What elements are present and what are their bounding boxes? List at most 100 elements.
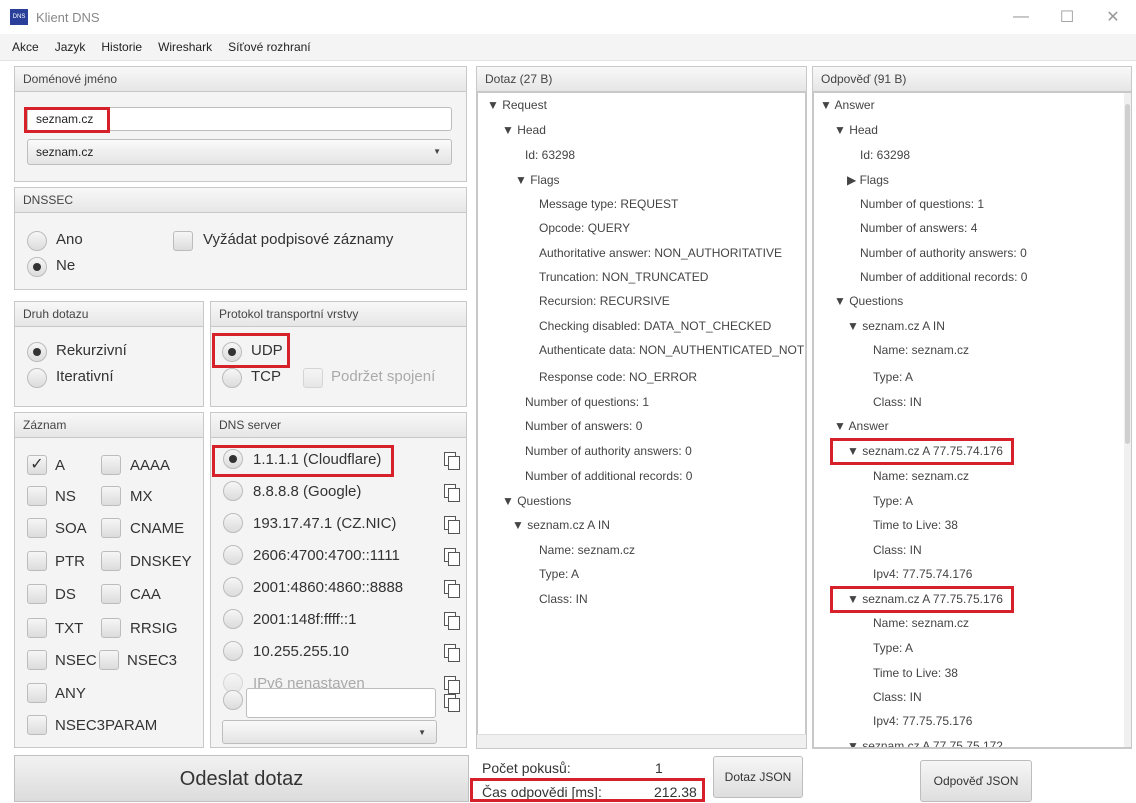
record-ds-checkbox[interactable] [27, 584, 47, 604]
copy-icon[interactable] [444, 484, 460, 502]
tree-node[interactable]: Time to Live: 38 [873, 518, 958, 532]
tree-node[interactable]: Authenticate data: NON_AUTHENTICATED_NOT [539, 343, 804, 357]
tree-node[interactable]: Type: A [539, 567, 579, 581]
tree-node[interactable]: Number of additional records: 0 [860, 270, 1027, 284]
server-cznic-radio[interactable] [223, 513, 243, 533]
tree-node[interactable]: ▼ seznam.cz A 77.75.75.172 [847, 739, 1003, 747]
tree-node[interactable]: Type: A [873, 370, 913, 384]
tree-node[interactable]: ▼ Questions [834, 294, 903, 308]
custom-server-input[interactable] [246, 688, 436, 718]
copy-icon[interactable] [444, 548, 460, 566]
copy-icon[interactable] [444, 676, 460, 694]
tree-node[interactable]: ▼ seznam.cz A IN [512, 518, 610, 532]
query-json-button[interactable]: Dotaz JSON [713, 756, 803, 798]
keep-connection-checkbox[interactable] [303, 368, 323, 388]
record-soa-checkbox[interactable] [27, 518, 47, 538]
domain-history-combo[interactable]: seznam.cz ▼ [27, 139, 452, 165]
record-any-checkbox[interactable] [27, 683, 47, 703]
tree-node[interactable]: Authoritative answer: NON_AUTHORITATIVE [539, 246, 782, 260]
horizontal-scrollbar[interactable] [477, 734, 806, 748]
dnssec-yes-radio[interactable] [27, 231, 47, 251]
minimize-button[interactable]: — [998, 0, 1044, 34]
tree-node[interactable]: ▼ seznam.cz A IN [847, 319, 945, 333]
scrollbar-thumb[interactable] [1125, 104, 1130, 444]
record-aaaa-checkbox[interactable] [101, 455, 121, 475]
tree-node[interactable]: ▼ Answer [834, 419, 889, 433]
tree-node[interactable]: Name: seznam.cz [873, 616, 969, 630]
tree-node[interactable]: Message type: REQUEST [539, 197, 678, 211]
tree-node[interactable]: Ipv4: 77.75.74.176 [873, 567, 972, 581]
tree-node[interactable]: ▼ Request [487, 98, 547, 112]
record-ns-checkbox[interactable] [27, 486, 47, 506]
tree-node[interactable]: Class: IN [873, 690, 922, 704]
server-local-radio[interactable] [223, 641, 243, 661]
server-cloudflare-ipv6-radio[interactable] [223, 545, 243, 565]
copy-icon[interactable] [444, 580, 460, 598]
menu-jazyk[interactable]: Jazyk [55, 40, 86, 54]
tree-node[interactable]: ▼ Answer [820, 98, 875, 112]
copy-icon[interactable] [444, 644, 460, 662]
tree-node[interactable]: Type: A [873, 494, 913, 508]
record-cname-checkbox[interactable] [101, 518, 121, 538]
server-cloudflare-radio[interactable] [223, 449, 243, 469]
menu-network-interface[interactable]: Síťové rozhraní [228, 40, 311, 54]
tree-node[interactable]: ▶ Flags [847, 173, 889, 187]
copy-icon[interactable] [444, 452, 460, 470]
tree-node[interactable]: ▼ seznam.cz A 77.75.74.176 [847, 444, 1003, 458]
tree-node[interactable]: Name: seznam.cz [873, 469, 969, 483]
tree-node[interactable]: Class: IN [873, 395, 922, 409]
tree-node[interactable]: Number of authority answers: 0 [860, 246, 1027, 260]
tcp-radio[interactable] [222, 368, 242, 388]
tree-node[interactable]: Type: A [873, 641, 913, 655]
tree-node[interactable]: Time to Live: 38 [873, 666, 958, 680]
udp-radio[interactable] [222, 342, 242, 362]
tree-node[interactable]: Opcode: QUERY [539, 221, 630, 235]
tree-node[interactable]: Truncation: NON_TRUNCATED [539, 270, 708, 284]
answer-json-button[interactable]: Odpověď JSON [920, 760, 1032, 802]
iterative-radio[interactable] [27, 368, 47, 388]
record-nsec3-checkbox[interactable] [99, 650, 119, 670]
menu-historie[interactable]: Historie [101, 40, 142, 54]
record-dnskey-checkbox[interactable] [101, 551, 121, 571]
copy-icon[interactable] [444, 612, 460, 630]
copy-icon[interactable] [444, 694, 460, 712]
tree-node[interactable]: Id: 63298 [525, 148, 575, 162]
record-txt-checkbox[interactable] [27, 618, 47, 638]
tree-node[interactable]: ▼ Head [502, 123, 546, 137]
tree-node[interactable]: Recursion: RECURSIVE [539, 294, 670, 308]
tree-node[interactable]: Id: 63298 [860, 148, 910, 162]
maximize-button[interactable]: ☐ [1044, 0, 1090, 34]
server-google-ipv6-radio[interactable] [223, 577, 243, 597]
server-custom-radio[interactable] [223, 690, 243, 710]
menu-wireshark[interactable]: Wireshark [158, 40, 212, 54]
dnssec-no-radio[interactable] [27, 257, 47, 277]
tree-node[interactable]: Name: seznam.cz [873, 343, 969, 357]
tree-node[interactable]: ▼ Flags [515, 173, 560, 187]
record-mx-checkbox[interactable] [101, 486, 121, 506]
request-signatures-checkbox[interactable] [173, 231, 193, 251]
record-rrsig-checkbox[interactable] [101, 618, 121, 638]
tree-node[interactable]: ▼ Questions [502, 494, 571, 508]
record-ptr-checkbox[interactable] [27, 551, 47, 571]
tree-node[interactable]: Number of additional records: 0 [525, 469, 692, 483]
recursive-radio[interactable] [27, 342, 47, 362]
tree-node[interactable]: Ipv4: 77.75.75.176 [873, 714, 972, 728]
menu-akce[interactable]: Akce [12, 40, 39, 54]
tree-node[interactable]: Checking disabled: DATA_NOT_CHECKED [539, 319, 771, 333]
domain-input[interactable]: seznam.cz [27, 107, 452, 131]
record-a-checkbox[interactable]: ✓ [27, 455, 47, 475]
tree-node[interactable]: Class: IN [539, 592, 588, 606]
record-nsec-checkbox[interactable] [27, 650, 47, 670]
copy-icon[interactable] [444, 516, 460, 534]
custom-server-combo[interactable]: ▼ [222, 720, 437, 744]
tree-node[interactable]: ▼ Head [834, 123, 878, 137]
tree-node[interactable]: Number of answers: 0 [525, 419, 642, 433]
tree-node[interactable]: Number of answers: 4 [860, 221, 977, 235]
tree-node[interactable]: Response code: NO_ERROR [539, 370, 697, 384]
record-caa-checkbox[interactable] [101, 584, 121, 604]
tree-node[interactable]: Number of questions: 1 [860, 197, 984, 211]
record-nsec3param-checkbox[interactable] [27, 715, 47, 735]
tree-node[interactable]: Number of questions: 1 [525, 395, 649, 409]
send-query-button[interactable]: Odeslat dotaz [14, 755, 469, 802]
tree-node[interactable]: Number of authority answers: 0 [525, 444, 692, 458]
